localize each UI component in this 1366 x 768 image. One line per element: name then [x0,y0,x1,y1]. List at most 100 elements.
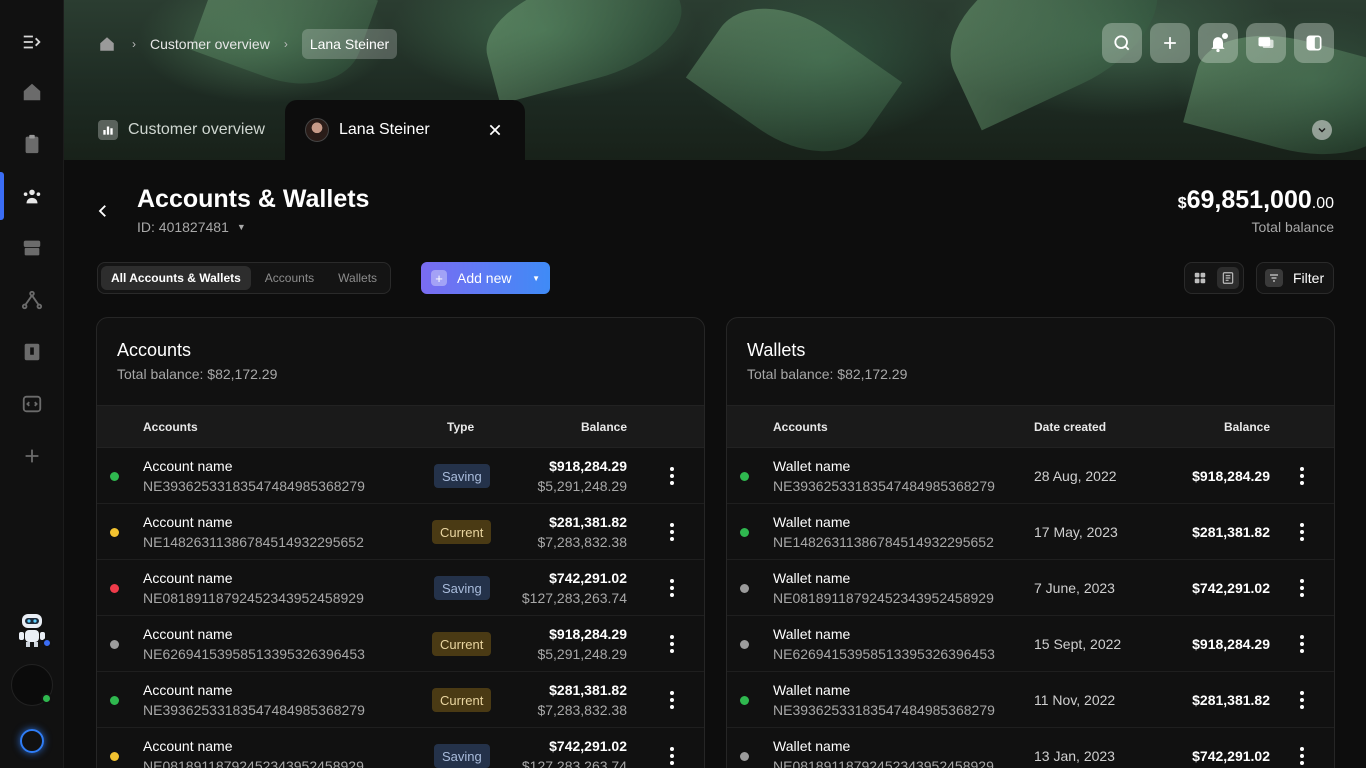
online-status-dot [41,693,52,704]
close-icon[interactable] [485,120,505,140]
more-options-icon[interactable] [660,744,684,768]
status-ring-icon[interactable] [20,729,44,753]
sidebar-item-store[interactable] [0,228,64,268]
table-row[interactable]: Wallet name NE14826311386784514932295652 1… [727,504,1334,560]
table-row[interactable]: Wallet name NE39362533183547484985368279 2… [727,448,1334,504]
tab-lana-steiner[interactable]: Lana Steiner [284,100,525,160]
more-options-icon[interactable] [1290,576,1314,600]
more-options-icon[interactable] [660,632,684,656]
table-row[interactable]: Account name NE39362533183547484985368279… [97,672,704,728]
more-options-icon[interactable] [1290,464,1314,488]
page-title: Accounts & Wallets [137,185,370,213]
sidebar-item-home[interactable] [0,72,64,112]
messages-button[interactable] [1246,23,1286,63]
account-type-badge: Saving [434,576,490,600]
customer-id: ID: 401827481 [137,219,229,235]
more-options-icon[interactable] [660,688,684,712]
grid-view-icon[interactable] [1189,267,1211,289]
column-header[interactable]: Balance [581,420,627,434]
more-options-icon[interactable] [660,520,684,544]
wallet-balance: $918,284.29 [1192,636,1270,652]
layout-toggle-button[interactable] [1294,23,1334,63]
add-new-button[interactable]: + Add new ▼ [421,262,550,294]
search-button[interactable] [1102,23,1142,63]
column-header[interactable]: Accounts [143,420,198,434]
more-options-icon[interactable] [1290,520,1314,544]
tab-customer-overview[interactable]: Customer overview [64,100,285,160]
caret-down-icon[interactable]: ▼ [532,274,540,283]
chevron-right-icon: › [132,37,136,51]
table-row[interactable]: Account name NE39362533183547484985368279… [97,448,704,504]
table-row[interactable]: Account name NE14826311386784514932295652… [97,504,704,560]
account-balance: $281,381.82 [549,514,627,530]
breadcrumb-item[interactable]: Customer overview [150,36,270,52]
account-number: NE62694153958513395326396453 [143,646,365,662]
segment-all[interactable]: All Accounts & Wallets [101,266,251,290]
column-header[interactable]: Balance [1224,420,1270,434]
account-balance-secondary: $127,283,263.74 [521,758,627,768]
sidebar-item-clipboard[interactable] [0,124,64,164]
list-view-icon[interactable] [1217,267,1239,289]
status-dot [110,472,119,481]
column-header[interactable]: Type [447,420,474,434]
table-row[interactable]: Wallet name NE08189118792452343952458929 7… [727,560,1334,616]
home-icon [23,83,41,101]
account-number: NE14826311386784514932295652 [143,534,364,550]
account-balance: $281,381.82 [549,682,627,698]
table-row[interactable]: Wallet name NE08189118792452343952458929 1… [727,728,1334,768]
segment-accounts[interactable]: Accounts [255,266,324,290]
table-row[interactable]: Account name NE08189118792452343952458929… [97,560,704,616]
filter-button[interactable]: Filter [1256,262,1334,294]
table-row[interactable]: Wallet name NE62694153958513395326396453 1… [727,616,1334,672]
more-options-icon[interactable] [1290,744,1314,768]
wallet-balance: $742,291.02 [1192,580,1270,596]
more-options-icon[interactable] [1290,688,1314,712]
create-button[interactable] [1150,23,1190,63]
home-icon[interactable] [96,33,118,55]
sidebar-item-users[interactable] [0,176,64,216]
table-header: Accounts Date created Balance [727,405,1334,448]
more-options-icon[interactable] [660,464,684,488]
menu-icon[interactable] [0,22,64,62]
chat-icon [1258,37,1274,48]
notifications-button[interactable] [1198,23,1238,63]
account-name: Account name [143,570,233,586]
account-type-badge: Saving [434,464,490,488]
sidebar-item-code[interactable] [0,384,64,424]
table-row[interactable]: Wallet name NE39362533183547484985368279 1… [727,672,1334,728]
sidebar-item-id-card[interactable] [0,332,64,372]
table-row[interactable]: Account name NE62694153958513395326396453… [97,616,704,672]
wallet-balance: $281,381.82 [1192,692,1270,708]
sidebar-add-button[interactable] [0,436,64,476]
segment-wallets[interactable]: Wallets [328,266,387,290]
view-mode-toggle [1184,262,1244,294]
status-dot [740,640,749,649]
more-options-icon[interactable] [1290,632,1314,656]
status-dot [740,696,749,705]
back-button[interactable] [92,200,114,222]
wallet-number: NE08189118792452343952458929 [773,590,994,606]
add-new-label: Add new [457,270,512,286]
more-options-icon[interactable] [660,576,684,600]
wallet-number: NE62694153958513395326396453 [773,646,995,662]
users-icon [23,189,41,204]
accounts-panel: Accounts Total balance: $82,172.29 Accou… [96,317,705,768]
sidebar-item-network[interactable] [0,280,64,320]
column-header[interactable]: Accounts [773,420,828,434]
wallet-date-created: 11 Nov, 2022 [1034,692,1116,708]
wallet-name: Wallet name [773,458,851,474]
status-dot [110,752,119,761]
chevron-down-icon[interactable] [1312,120,1332,140]
account-name: Account name [143,626,233,642]
column-header[interactable]: Date created [1034,420,1106,434]
breadcrumb: › Customer overview › Lana Steiner [96,28,398,60]
wallet-date-created: 7 June, 2023 [1034,580,1115,596]
customer-id-dropdown[interactable]: ID: 401827481 ▼ [137,219,246,235]
avatar [304,118,329,142]
table-row[interactable]: Account name NE08189118792452343952458929… [97,728,704,768]
status-dot [740,752,749,761]
account-balance-secondary: $7,283,832.38 [537,534,627,550]
wallet-balance: $742,291.02 [1192,748,1270,764]
wallet-date-created: 28 Aug, 2022 [1034,468,1117,484]
account-type-badge: Current [432,632,492,656]
